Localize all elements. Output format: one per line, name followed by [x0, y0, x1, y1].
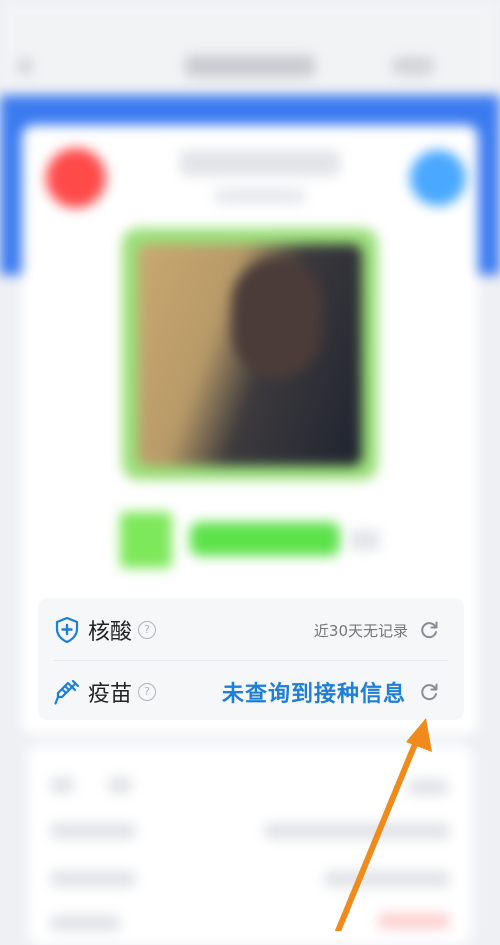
nucleic-acid-help-icon[interactable]: ? — [138, 621, 157, 639]
card-title-blurred — [180, 150, 340, 176]
details-row-label-blurred — [50, 915, 120, 931]
top-right-action-blurred[interactable] — [392, 57, 434, 75]
status-green-text-blurred — [190, 522, 340, 556]
details-icon-blurred — [108, 777, 132, 793]
top-bar — [0, 0, 500, 100]
nucleic-acid-status: 近30天无记录 — [313, 621, 408, 640]
details-row-label-blurred — [50, 823, 136, 839]
nucleic-acid-label: 核酸 — [88, 620, 133, 645]
back-icon[interactable] — [18, 58, 32, 74]
shield-plus-icon — [54, 616, 80, 644]
vaccine-label: 疫苗 — [88, 682, 133, 707]
status-green-block — [120, 512, 172, 568]
page-title-blurred — [185, 55, 315, 77]
nucleic-acid-refresh-icon[interactable] — [418, 619, 440, 641]
blue-badge-icon — [410, 150, 466, 206]
card-subtitle-blurred — [215, 188, 305, 204]
details-row-label-blurred — [50, 871, 136, 887]
status-gray-blurred — [350, 530, 380, 550]
user-photo-face — [232, 258, 322, 378]
annotation-arrow-icon — [335, 718, 432, 931]
red-badge-icon — [46, 148, 106, 208]
row-divider — [54, 660, 448, 661]
vaccine-help-icon[interactable]: ? — [138, 683, 157, 701]
nucleic-acid-row[interactable]: 核酸 ? 近30天无记录 — [38, 600, 464, 660]
syringe-icon — [54, 678, 80, 706]
details-icon-blurred — [50, 777, 74, 793]
